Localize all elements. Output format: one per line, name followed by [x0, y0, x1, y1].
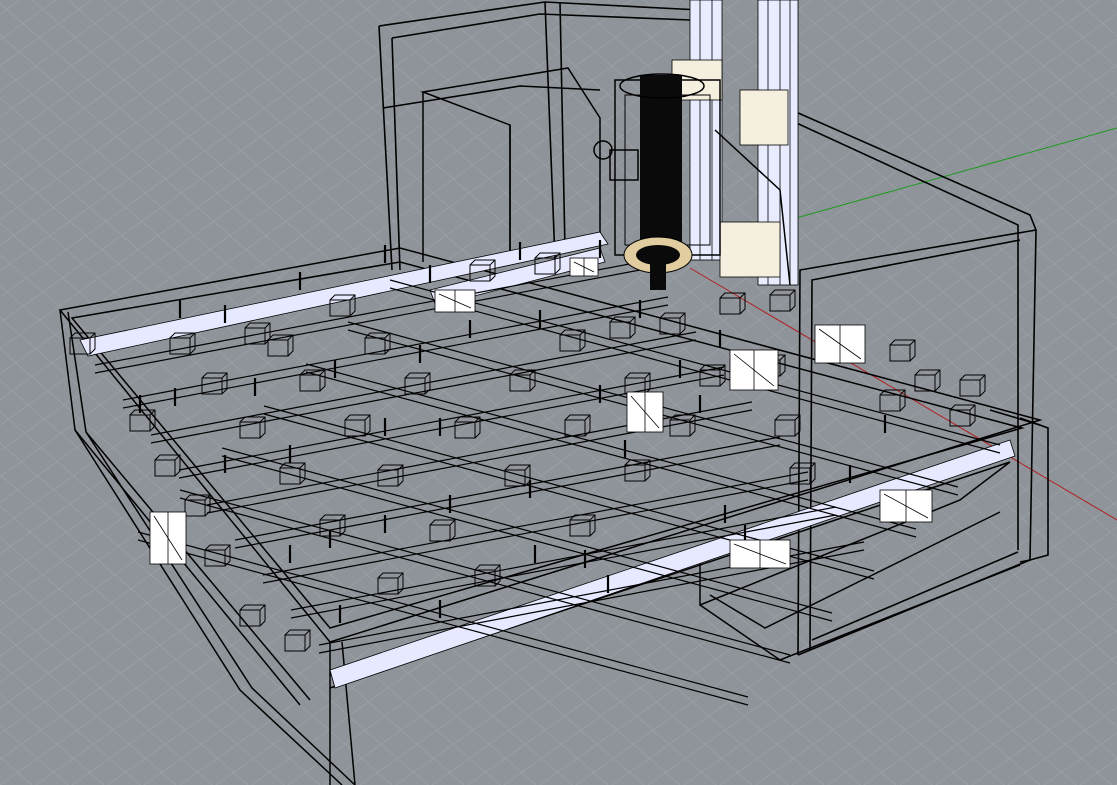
grid-line	[0, 254, 609, 785]
carriage-block	[559, 329, 586, 352]
grid-line	[0, 0, 57, 41]
grid-line	[791, 552, 1117, 785]
grid-line	[0, 222, 645, 785]
grid-line	[611, 424, 1117, 785]
3d-viewport[interactable]	[0, 0, 1117, 785]
beam-edge	[221, 447, 833, 614]
selected-block	[729, 539, 791, 569]
grid-line	[827, 578, 1117, 785]
block-edge	[629, 316, 636, 323]
block-face	[169, 337, 191, 355]
block-edge	[969, 404, 976, 411]
block-edge	[494, 564, 501, 571]
grid-line	[0, 693, 105, 785]
grid-line	[1003, 0, 1117, 100]
block-face	[769, 294, 791, 312]
grid-line	[0, 0, 345, 246]
beam-edge	[94, 261, 641, 366]
grid-line	[539, 372, 1117, 785]
grid-line	[359, 244, 1117, 785]
block-face	[569, 519, 591, 537]
grid-line	[971, 681, 1117, 785]
grid-line	[107, 64, 1117, 785]
carriage-block	[774, 414, 801, 437]
carriage-block	[154, 454, 181, 477]
linear-rails	[79, 231, 1016, 689]
grid-line	[899, 629, 1117, 785]
selected-block	[814, 324, 866, 364]
block-face	[267, 339, 289, 357]
construction-grid	[0, 0, 1117, 785]
block-edge	[304, 629, 311, 636]
selected-block	[729, 349, 779, 391]
block-edge	[739, 292, 746, 299]
carriage-block	[949, 404, 976, 427]
carriage-block	[239, 416, 266, 439]
grid-line	[0, 474, 357, 785]
block-edge	[979, 374, 986, 381]
beam-edge	[179, 497, 791, 664]
block-edge	[364, 414, 371, 421]
block-edge	[584, 414, 591, 421]
block-edge	[264, 322, 271, 329]
grid-line	[35, 13, 1117, 785]
block-face	[719, 297, 741, 315]
carriage-block	[719, 292, 746, 315]
grid-line	[0, 0, 489, 349]
grid-line	[787, 0, 1117, 288]
block-edge	[934, 369, 941, 376]
rail	[329, 439, 1016, 689]
block-edge	[221, 372, 228, 379]
block-edge	[384, 332, 391, 339]
grid-line	[1079, 758, 1117, 785]
rail	[79, 231, 609, 357]
selected-block	[434, 289, 476, 313]
grid-line	[0, 0, 129, 92]
grid-line	[175, 0, 1077, 785]
block-face	[154, 459, 176, 477]
block-edge	[779, 354, 786, 361]
wireframe-scene[interactable]	[0, 0, 1117, 785]
grid-line	[0, 599, 213, 785]
carriage-block	[769, 289, 796, 312]
carriage-block	[319, 514, 346, 537]
selected-block	[569, 257, 599, 277]
carriage-block	[377, 464, 404, 487]
selected-block	[149, 511, 187, 565]
block-edge	[397, 572, 404, 579]
grid-line	[0, 0, 561, 401]
carriage-block	[239, 604, 266, 627]
grid-line	[1075, 0, 1117, 37]
block-face	[774, 419, 796, 437]
carriage-block	[429, 519, 456, 542]
selected-block	[626, 391, 664, 433]
carriage-block	[569, 514, 596, 537]
block-edge	[789, 289, 796, 296]
block-edge	[524, 464, 531, 471]
grid-line	[0, 536, 285, 785]
grid-line	[0, 631, 177, 785]
grid-line	[1043, 732, 1117, 785]
selected-block	[879, 489, 933, 523]
beam-edge	[122, 296, 669, 401]
grid-line	[0, 568, 249, 785]
block-face	[959, 379, 981, 397]
grid-line	[355, 0, 1117, 665]
grid-line	[0, 0, 201, 144]
